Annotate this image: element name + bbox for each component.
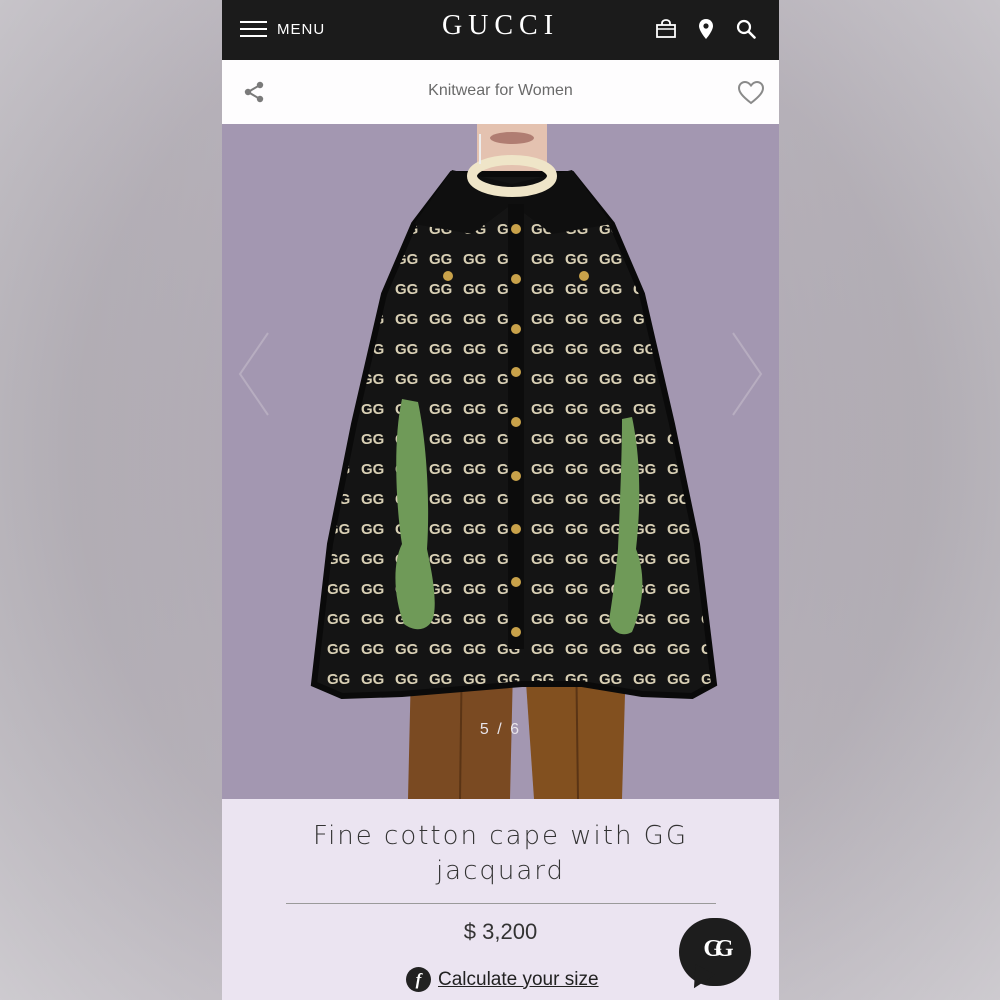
search-icon[interactable] xyxy=(735,18,757,40)
calculate-size-label: Calculate your size xyxy=(438,968,599,990)
category-title: Knitwear for Women xyxy=(428,82,573,99)
divider xyxy=(286,903,716,904)
next-image-arrow[interactable] xyxy=(727,329,767,419)
heart-icon[interactable] xyxy=(737,80,765,106)
category-bar: Knitwear for Women xyxy=(222,60,779,124)
gucci-chat-icon[interactable]: GG xyxy=(679,918,751,994)
mobile-screen: MENU GUCCI 5 / 6 Knitwear for Women Fine… xyxy=(222,0,779,1000)
product-title: Fine cotton cape with GG jacquard xyxy=(313,821,688,886)
location-pin-icon[interactable] xyxy=(695,18,717,40)
shopping-bag-icon[interactable] xyxy=(655,18,677,40)
product-photo: GG xyxy=(222,124,779,799)
header-actions xyxy=(655,14,757,44)
product-image-carousel[interactable]: GG xyxy=(222,124,779,799)
fit-finder-icon: f xyxy=(406,967,431,992)
previous-image-arrow[interactable] xyxy=(234,329,274,419)
calculate-size-link[interactable]: f Calculate your size xyxy=(406,967,599,992)
gg-monogram: GG xyxy=(703,936,733,962)
image-counter: 5 / 6 xyxy=(479,721,522,738)
top-navigation-bar: MENU GUCCI xyxy=(222,0,779,60)
